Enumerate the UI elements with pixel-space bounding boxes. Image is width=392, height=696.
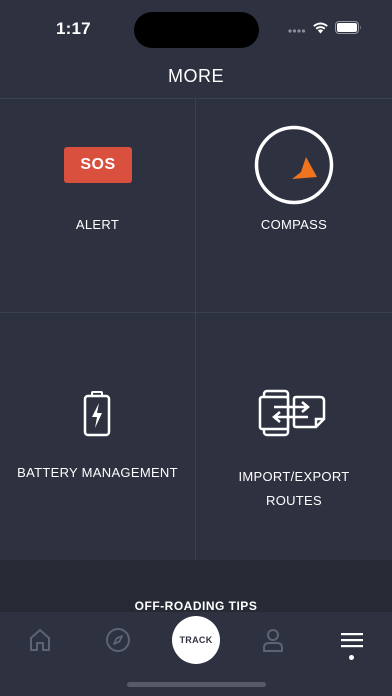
status-time: 1:17 [56,19,91,38]
sos-badge: SOS [64,147,132,183]
profile-icon[interactable] [259,626,287,654]
import-export-label-line2: ROUTES [266,493,322,508]
battery-management-label: BATTERY MANAGEMENT [17,465,178,480]
compass-label: COMPASS [260,217,328,232]
compass-nav-icon[interactable] [104,626,132,654]
import-export-icon [258,389,326,442]
battery-management-tile[interactable]: BATTERY MANAGEMENT [0,313,196,560]
alert-tile[interactable]: SOS ALERT [0,99,196,313]
compass-icon [254,125,334,210]
battery-status-icon [335,21,362,39]
tab-bar: TRACK [0,612,392,696]
more-screen: 1:17 MORE SOS ALERT COMPASS BATTERY MANA… [0,0,392,696]
off-roading-tips-bar[interactable]: OFF-ROADING TIPS [0,560,392,614]
dynamic-island [134,12,259,48]
wifi-icon [312,21,329,39]
import-export-label-line1: IMPORT/EXPORT [238,469,350,484]
home-icon[interactable] [26,626,54,654]
menu-icon[interactable] [338,626,366,654]
status-bar: 1:17 [0,0,392,58]
alert-label: ALERT [75,217,120,232]
track-button[interactable]: TRACK [172,616,220,664]
battery-charging-icon [83,391,111,442]
import-export-routes-label: IMPORT/EXPORT ROUTES [196,465,392,513]
signal-dots-icon [288,21,306,39]
more-grid: SOS ALERT COMPASS BATTERY MANAGEMENT IMP… [0,99,392,560]
page-header: MORE [0,58,392,99]
home-indicator [127,682,266,687]
off-roading-tips-label: OFF-ROADING TIPS [134,599,258,613]
active-tab-indicator [349,655,354,660]
status-icons [288,21,362,39]
compass-tile[interactable]: COMPASS [196,99,392,313]
page-title: MORE [168,66,224,86]
import-export-routes-tile[interactable]: IMPORT/EXPORT ROUTES [196,313,392,560]
